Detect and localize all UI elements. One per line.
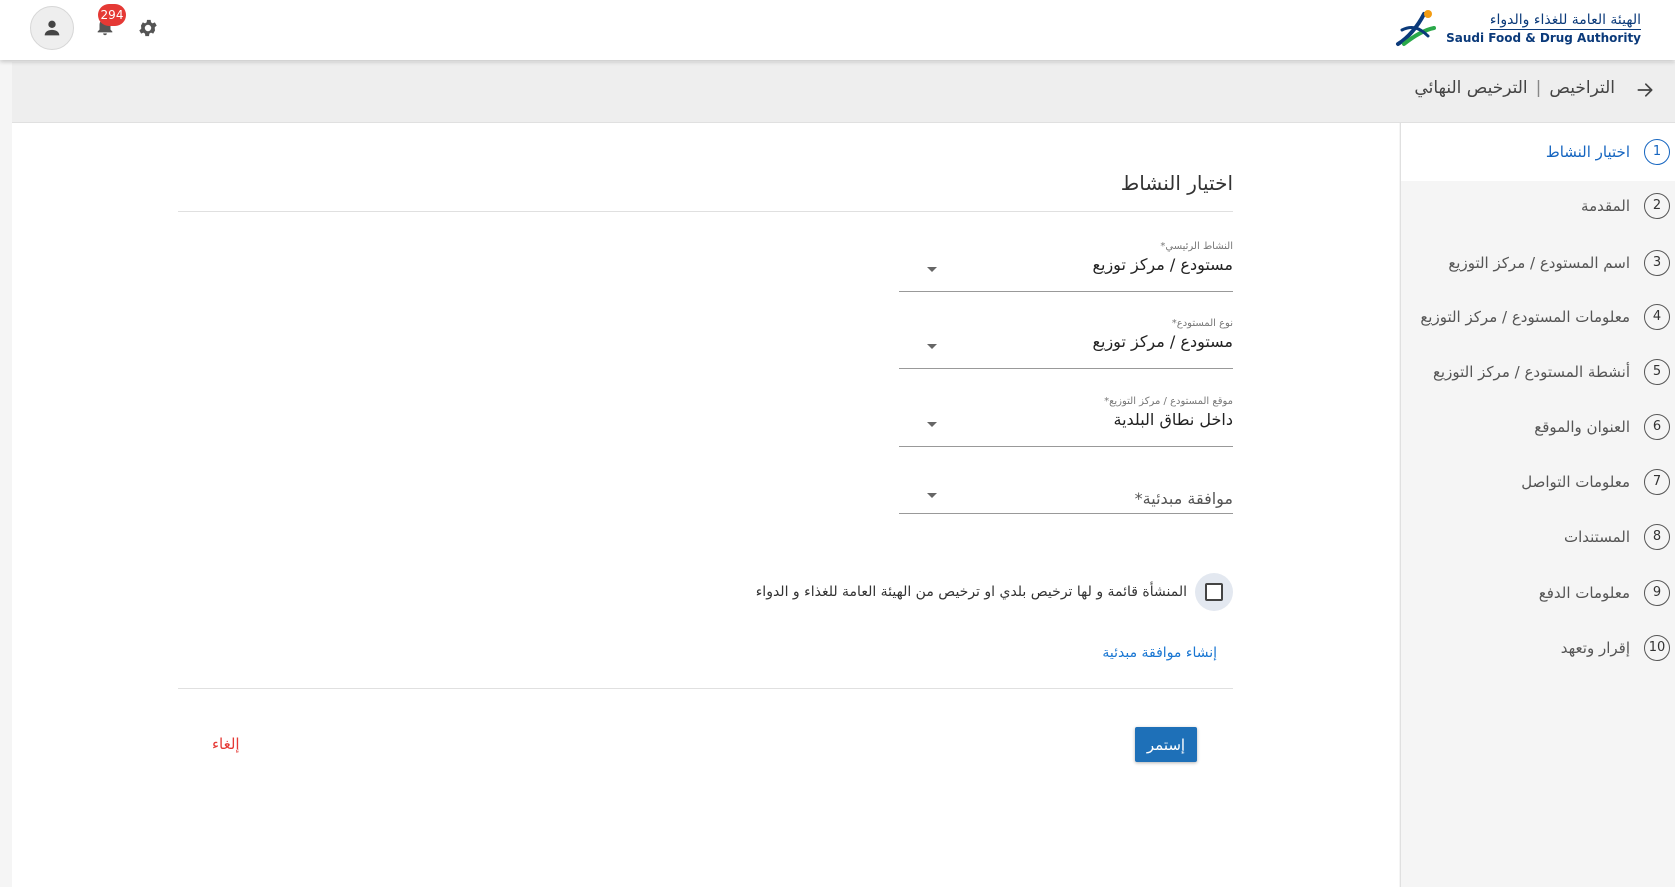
step-item[interactable]: أنشطة المستودع / مركز التوزيع 5 [1401, 343, 1675, 401]
stepper-sidebar: اختيار النشاط 1 المقدمة 2 اسم المستودع /… [1400, 123, 1675, 887]
create-preliminary-approval-link[interactable]: إنشاء موافقة مبدئية [1102, 645, 1217, 661]
main-content: اختيار النشاط النشاط الرئيسي* مستودع / م… [12, 123, 1399, 887]
footer-divider [178, 688, 1233, 689]
back-arrow-icon[interactable] [1635, 80, 1655, 100]
person-icon [44, 20, 60, 36]
main-activity-label: النشاط الرئيسي* [1160, 241, 1233, 252]
sfda-logo-icon [1396, 10, 1437, 46]
dropdown-caret-icon [927, 422, 937, 427]
section-title: اختيار النشاط [1120, 171, 1233, 195]
step-item[interactable]: اسم المستودع / مركز التوزيع 3 [1401, 234, 1675, 292]
gear-icon[interactable] [137, 17, 159, 39]
preliminary-approval-select[interactable]: موافقة مبدئية* [899, 463, 1233, 514]
warehouse-location-label: موقع المستودع / مركز التوزيع* [1104, 396, 1233, 407]
step-label: اختيار النشاط [1545, 143, 1630, 161]
step-number: 1 [1644, 139, 1670, 165]
top-header: 294 الهيئة العامة للغذاء والدواء Saudi F… [0, 0, 1675, 60]
step-number: 8 [1644, 524, 1670, 550]
breadcrumb-separator: | [1535, 78, 1542, 98]
step-item[interactable]: معلومات الدفع 9 [1401, 564, 1675, 622]
warehouse-type-value: مستودع / مركز توزيع [1092, 332, 1233, 351]
step-item[interactable]: إقرار وتعهد 10 [1401, 619, 1675, 677]
main-activity-value: مستودع / مركز توزيع [1092, 255, 1233, 274]
step-label: معلومات المستودع / مركز التوزيع [1420, 308, 1630, 326]
dropdown-caret-icon [927, 267, 937, 272]
step-number: 9 [1644, 580, 1670, 606]
dropdown-caret-icon [927, 344, 937, 349]
warehouse-location-select[interactable]: موقع المستودع / مركز التوزيع* داخل نطاق … [899, 396, 1233, 447]
step-item[interactable]: المقدمة 2 [1401, 177, 1675, 235]
step-item[interactable]: العنوان والموقع 6 [1401, 398, 1675, 456]
continue-button[interactable]: إستمر [1135, 727, 1197, 762]
step-label: إقرار وتعهد [1560, 639, 1630, 657]
step-label: المقدمة [1581, 197, 1630, 215]
step-number: 3 [1644, 250, 1670, 276]
step-number: 6 [1644, 414, 1670, 440]
existing-facility-label[interactable]: المنشأة قائمة و لها ترخيص بلدي او ترخيص … [756, 584, 1187, 600]
warehouse-type-label: نوع المستودع* [1171, 318, 1233, 329]
breadcrumb: التراخيص | الترخيص النهائي [1414, 78, 1615, 98]
logo-arabic-text: الهيئة العامة للغذاء والدواء [1489, 11, 1641, 30]
dropdown-caret-icon [927, 493, 937, 498]
step-number: 5 [1644, 359, 1670, 385]
warehouse-location-value: داخل نطاق البلدية [1113, 410, 1234, 429]
notification-badge: 294 [98, 4, 126, 26]
breadcrumb-root[interactable]: التراخيص [1549, 78, 1615, 98]
step-number: 10 [1644, 635, 1670, 661]
step-label: العنوان والموقع [1534, 418, 1630, 436]
step-item[interactable]: معلومات التواصل 7 [1401, 453, 1675, 511]
step-number: 4 [1644, 304, 1670, 330]
step-label: معلومات التواصل [1521, 473, 1630, 491]
cancel-link[interactable]: إلغاء [212, 735, 240, 753]
title-divider [178, 211, 1233, 212]
step-item[interactable]: معلومات المستودع / مركز التوزيع 4 [1401, 288, 1675, 346]
preliminary-approval-placeholder: موافقة مبدئية* [1134, 489, 1233, 508]
step-label: المستندات [1563, 528, 1630, 546]
step-label: اسم المستودع / مركز التوزيع [1448, 254, 1630, 272]
step-number: 7 [1644, 469, 1670, 495]
user-avatar[interactable] [30, 6, 74, 50]
breadcrumb-bar: التراخيص | الترخيص النهائي [12, 62, 1675, 123]
step-label: معلومات الدفع [1538, 584, 1630, 602]
warehouse-type-select[interactable]: نوع المستودع* مستودع / مركز توزيع [899, 318, 1233, 369]
step-item[interactable]: المستندات 8 [1401, 508, 1675, 566]
checkbox-box[interactable] [1205, 583, 1223, 601]
existing-facility-checkbox[interactable] [1195, 573, 1233, 611]
step-item[interactable]: اختيار النشاط 1 [1401, 123, 1675, 181]
step-label: أنشطة المستودع / مركز التوزيع [1432, 363, 1630, 381]
existing-facility-checkbox-row[interactable]: المنشأة قائمة و لها ترخيص بلدي او ترخيص … [756, 571, 1233, 613]
main-activity-select[interactable]: النشاط الرئيسي* مستودع / مركز توزيع [899, 241, 1233, 292]
breadcrumb-current: الترخيص النهائي [1414, 78, 1528, 98]
sfda-logo[interactable]: الهيئة العامة للغذاء والدواء Saudi Food … [1394, 8, 1641, 48]
step-number: 2 [1644, 193, 1670, 219]
logo-english-text: Saudi Food & Drug Authority [1446, 30, 1641, 45]
